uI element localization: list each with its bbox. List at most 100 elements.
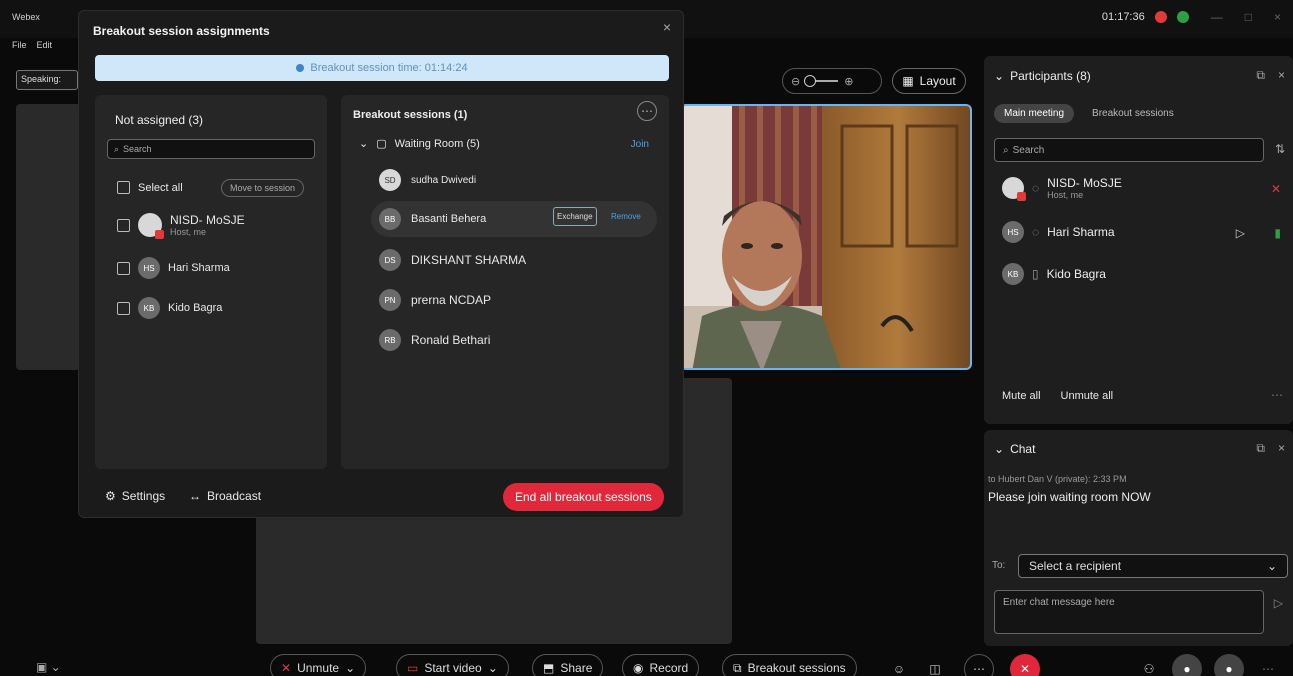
chevron-down-icon[interactable]: ⌄ bbox=[994, 69, 1004, 83]
close-window-icon[interactable]: × bbox=[1274, 10, 1281, 24]
phone-icon: ▯ bbox=[1032, 267, 1039, 281]
person-checkbox[interactable] bbox=[117, 301, 130, 315]
remove-button[interactable]: Remove bbox=[611, 212, 641, 221]
person-checkbox[interactable] bbox=[117, 218, 130, 232]
zoom-out-icon[interactable]: ⊖ bbox=[791, 75, 800, 88]
video-off-icon[interactable]: ▷ bbox=[1236, 226, 1245, 240]
recipient-select[interactable]: Select a recipient ⌄ bbox=[1018, 554, 1288, 578]
close-panel-icon[interactable]: × bbox=[1278, 441, 1285, 455]
timer-icon bbox=[296, 64, 305, 72]
person-checkbox[interactable] bbox=[117, 261, 130, 275]
unmute-label: Unmute bbox=[297, 661, 340, 675]
session-member-row[interactable]: DS DIKSHANT SHARMA bbox=[379, 249, 526, 271]
tab-main-meeting[interactable]: Main meeting bbox=[994, 104, 1075, 123]
send-icon[interactable]: ▷ bbox=[1274, 596, 1283, 610]
mic-on-icon[interactable]: ▮ bbox=[1274, 226, 1281, 240]
participant-name: Hari Sharma bbox=[1047, 225, 1115, 239]
search-icon: ⌕ bbox=[114, 143, 120, 154]
start-video-button[interactable]: ▭ Start video ⌄ bbox=[396, 654, 509, 676]
minimize-icon[interactable]: — bbox=[1211, 10, 1223, 24]
maximize-icon[interactable]: □ bbox=[1245, 10, 1252, 24]
mic-off-icon[interactable]: ✕ bbox=[1271, 182, 1281, 196]
unmute-button[interactable]: ✕ Unmute ⌄ bbox=[270, 654, 367, 676]
avatar bbox=[1002, 177, 1026, 201]
reactions-icon[interactable]: ☺ bbox=[884, 654, 914, 676]
session-member-row[interactable]: RB Ronald Bethari bbox=[379, 329, 490, 351]
search-placeholder: Search bbox=[1012, 144, 1045, 156]
chat-icon[interactable]: ● bbox=[1214, 654, 1244, 676]
zoom-in-icon[interactable]: ⊕ bbox=[844, 75, 853, 88]
unassigned-person-row[interactable]: HS Hari Sharma bbox=[117, 257, 230, 279]
participants-toggle-icon[interactable]: ⚇ bbox=[1134, 654, 1164, 676]
close-panel-icon[interactable]: × bbox=[1278, 68, 1285, 82]
more-options-icon[interactable]: ⋯ bbox=[1271, 388, 1283, 402]
recording-icon bbox=[1154, 11, 1167, 23]
menu-file[interactable]: File bbox=[12, 40, 27, 50]
more-options-icon[interactable]: ⋯ bbox=[1262, 662, 1274, 676]
member-name: sudha Dwivedi bbox=[411, 174, 477, 186]
not-assigned-heading: Not assigned (3) bbox=[115, 113, 204, 127]
participants-panel: ⌄ Participants (8) ⧉ × Main meeting Brea… bbox=[984, 56, 1293, 424]
person-icon[interactable]: ● bbox=[1172, 654, 1202, 676]
tab-breakout-sessions[interactable]: Breakout sessions bbox=[1082, 104, 1184, 123]
popout-icon[interactable]: ⧉ bbox=[1256, 68, 1265, 83]
participant-row[interactable]: HS ◌ Hari Sharma bbox=[1002, 221, 1115, 243]
member-name: prerna NCDAP bbox=[411, 293, 492, 307]
avatar bbox=[138, 213, 164, 239]
unassigned-person-row[interactable]: NISD- MoSJE Host, me bbox=[117, 213, 245, 239]
more-options-icon[interactable]: ⋯ bbox=[637, 101, 657, 121]
search-icon: ⌕ bbox=[1003, 144, 1009, 156]
popout-icon[interactable]: ⧉ bbox=[1256, 441, 1265, 456]
participant-video[interactable] bbox=[680, 104, 972, 370]
chevron-down-icon: ⌄ bbox=[1266, 559, 1277, 573]
layout-button[interactable]: ▦ Layout bbox=[892, 68, 966, 94]
breakout-assignments-dialog: Breakout session assignments × Breakout … bbox=[78, 10, 684, 518]
unmute-all-button[interactable]: Unmute all bbox=[1061, 390, 1114, 402]
person-name: NISD- MoSJE bbox=[170, 213, 245, 227]
video-off-icon: ▭ bbox=[407, 661, 419, 675]
participant-row[interactable]: KB ▯ Kido Bagra bbox=[1002, 263, 1106, 285]
menu-edit[interactable]: Edit bbox=[37, 40, 53, 50]
select-all-row[interactable]: Select all bbox=[117, 181, 183, 194]
broadcast-button[interactable]: ↔ Broadcast bbox=[189, 489, 261, 503]
close-dialog-icon[interactable]: × bbox=[663, 19, 671, 35]
breakout-sessions-button[interactable]: ⧉ Breakout sessions bbox=[722, 654, 857, 676]
member-name: Basanti Behera bbox=[411, 213, 487, 225]
participants-search-input[interactable]: ⌕ Search bbox=[994, 138, 1264, 162]
view-options-icon[interactable]: ▣ ⌄ bbox=[36, 660, 61, 674]
chevron-down-icon[interactable]: ⌄ bbox=[994, 442, 1004, 456]
speaking-indicator: Speaking: bbox=[16, 70, 78, 90]
session-member-row[interactable]: PN prerna NCDAP bbox=[379, 289, 491, 311]
join-room-link[interactable]: Join bbox=[631, 139, 649, 150]
video-zoom-control[interactable]: ⊖ ⊕ bbox=[782, 68, 882, 94]
participant-name: Kido Bagra bbox=[1046, 267, 1106, 281]
avatar: DS bbox=[379, 249, 401, 271]
settings-button[interactable]: ⚙ Settings bbox=[105, 489, 165, 503]
end-all-sessions-button[interactable]: End all breakout sessions bbox=[503, 483, 664, 511]
move-to-session-button[interactable]: Move to session bbox=[221, 179, 305, 197]
connection-status-icon bbox=[1176, 11, 1189, 23]
unassigned-person-row[interactable]: KB Kido Bagra bbox=[117, 297, 222, 319]
exchange-button[interactable]: Exchange bbox=[553, 207, 597, 226]
share-button[interactable]: ⬒ Share bbox=[532, 654, 604, 676]
chat-message-input[interactable]: Enter chat message here bbox=[994, 590, 1264, 634]
chevron-down-icon[interactable]: ⌄ bbox=[488, 661, 498, 675]
select-all-checkbox[interactable] bbox=[117, 181, 130, 194]
zoom-slider[interactable] bbox=[804, 75, 839, 87]
sort-icon[interactable]: ⇅ bbox=[1275, 142, 1285, 156]
captions-icon[interactable]: ◫ bbox=[920, 654, 950, 676]
session-member-row[interactable]: SD sudha Dwivedi bbox=[379, 169, 476, 191]
session-room-row[interactable]: ⌄ ▢ Waiting Room (5) bbox=[359, 137, 480, 151]
member-name: Ronald Bethari bbox=[411, 333, 491, 347]
chevron-down-icon[interactable]: ⌄ bbox=[345, 661, 355, 675]
share-label: Share bbox=[560, 661, 593, 675]
muted-mic-icon: ◌ bbox=[1032, 225, 1040, 239]
leave-meeting-icon[interactable]: ✕ bbox=[1010, 654, 1040, 676]
more-options-icon[interactable]: ⋯ bbox=[964, 654, 994, 676]
record-button[interactable]: ◉ Record bbox=[622, 654, 700, 676]
participant-row[interactable]: ◌ NISD- MoSJE Host, me bbox=[1002, 176, 1122, 201]
mute-all-button[interactable]: Mute all bbox=[1002, 390, 1041, 402]
chevron-down-icon[interactable]: ⌄ bbox=[359, 137, 368, 150]
to-label: To: bbox=[992, 560, 1006, 571]
not-assigned-search-input[interactable]: ⌕ Search bbox=[107, 139, 315, 159]
